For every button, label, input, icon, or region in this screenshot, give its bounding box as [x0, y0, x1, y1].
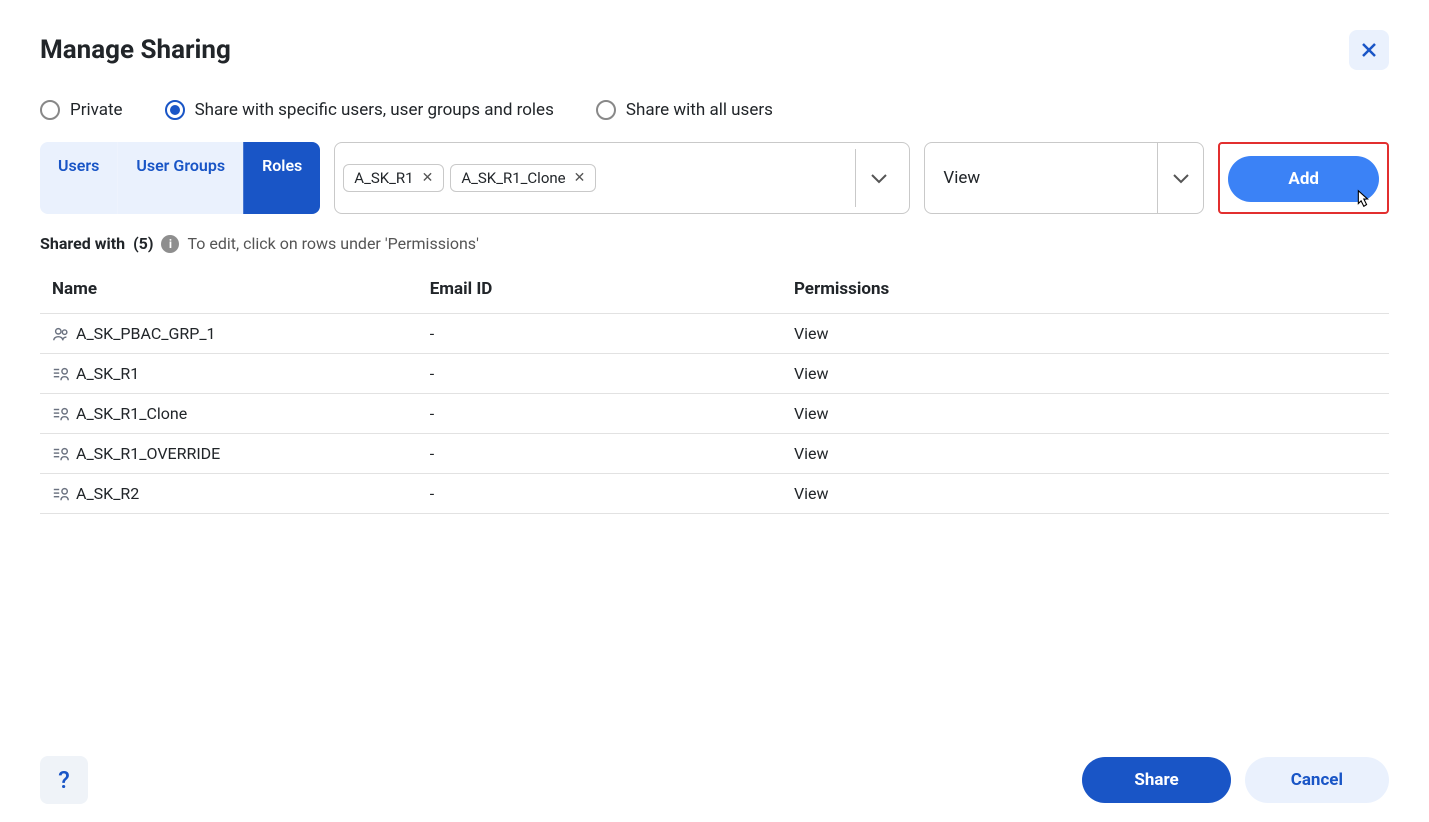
cursor-icon [1351, 188, 1373, 210]
shared-with-hint: To edit, click on rows under 'Permission… [187, 234, 478, 253]
modal-footer: ? Share Cancel [40, 756, 1389, 804]
chevron-down-icon [870, 172, 888, 184]
roles-multiselect[interactable]: A_SK_R1 ✕ A_SK_R1_Clone ✕ [334, 142, 910, 214]
row-email: - [418, 314, 782, 354]
chip-label: A_SK_R1 [354, 169, 413, 187]
entity-tabs: Users User Groups Roles [40, 142, 320, 214]
table-row[interactable]: A_SK_R1 -View [40, 354, 1389, 394]
cancel-button[interactable]: Cancel [1245, 757, 1389, 803]
row-email: - [418, 474, 782, 514]
tab-roles[interactable]: Roles [243, 142, 320, 214]
add-button-highlight: Add [1218, 142, 1389, 214]
table-row[interactable]: A_SK_PBAC_GRP_1 -View [40, 314, 1389, 354]
close-icon [1360, 41, 1378, 59]
col-header-permissions: Permissions [782, 265, 1389, 314]
row-email: - [418, 394, 782, 434]
modal-title: Manage Sharing [40, 35, 231, 65]
table-row[interactable]: A_SK_R2 -View [40, 474, 1389, 514]
row-permission[interactable]: View [782, 474, 1389, 514]
row-email: - [418, 434, 782, 474]
permission-select[interactable]: View [924, 142, 1204, 214]
shared-with-count: (5) [133, 234, 153, 253]
row-name: A_SK_R1 [76, 364, 139, 383]
row-name: A_SK_R2 [76, 484, 139, 503]
permission-select-toggle[interactable] [1157, 143, 1203, 213]
col-header-email: Email ID [418, 265, 782, 314]
radio-all-users-label: Share with all users [626, 100, 773, 120]
share-mode-radios: Private Share with specific users, user … [40, 100, 1389, 120]
chip: A_SK_R1_Clone ✕ [450, 164, 596, 192]
shared-with-table: Name Email ID Permissions A_SK_PBAC_GRP_… [40, 265, 1389, 514]
shared-with-label: Shared with [40, 234, 125, 253]
radio-private-label: Private [70, 100, 123, 120]
role-icon [52, 445, 70, 463]
share-button[interactable]: Share [1082, 757, 1230, 803]
row-name: A_SK_R1_OVERRIDE [76, 444, 220, 463]
row-name: A_SK_PBAC_GRP_1 [76, 324, 216, 343]
role-icon [52, 365, 70, 383]
col-header-name: Name [40, 265, 418, 314]
row-permission[interactable]: View [782, 434, 1389, 474]
permission-select-value: View [943, 168, 980, 188]
multiselect-dropdown-toggle[interactable] [855, 149, 901, 207]
help-button[interactable]: ? [40, 756, 88, 804]
radio-private[interactable]: Private [40, 100, 123, 120]
role-icon [52, 485, 70, 503]
row-email: - [418, 354, 782, 394]
close-button[interactable] [1349, 30, 1389, 70]
radio-all-users[interactable]: Share with all users [596, 100, 773, 120]
row-name: A_SK_R1_Clone [76, 404, 187, 423]
info-icon: i [161, 235, 179, 253]
table-row[interactable]: A_SK_R1_Clone -View [40, 394, 1389, 434]
radio-specific[interactable]: Share with specific users, user groups a… [165, 100, 554, 120]
modal-header: Manage Sharing [40, 30, 1389, 70]
tab-users[interactable]: Users [40, 142, 117, 214]
chip-label: A_SK_R1_Clone [461, 169, 565, 187]
role-icon [52, 405, 70, 423]
shared-with-summary: Shared with (5) i To edit, click on rows… [40, 234, 1389, 253]
chip-remove-icon[interactable]: ✕ [574, 170, 586, 186]
chip-remove-icon[interactable]: ✕ [422, 170, 434, 186]
controls-row: Users User Groups Roles A_SK_R1 ✕ A_SK_R… [40, 142, 1389, 214]
chip: A_SK_R1 ✕ [343, 164, 444, 192]
group-icon [52, 325, 70, 343]
row-permission[interactable]: View [782, 314, 1389, 354]
row-permission[interactable]: View [782, 354, 1389, 394]
tab-user-groups[interactable]: User Groups [117, 142, 243, 214]
row-permission[interactable]: View [782, 394, 1389, 434]
manage-sharing-modal: Manage Sharing Private Share with specif… [0, 0, 1429, 822]
radio-specific-label: Share with specific users, user groups a… [195, 100, 554, 120]
table-row[interactable]: A_SK_R1_OVERRIDE -View [40, 434, 1389, 474]
chevron-down-icon [1172, 172, 1190, 184]
